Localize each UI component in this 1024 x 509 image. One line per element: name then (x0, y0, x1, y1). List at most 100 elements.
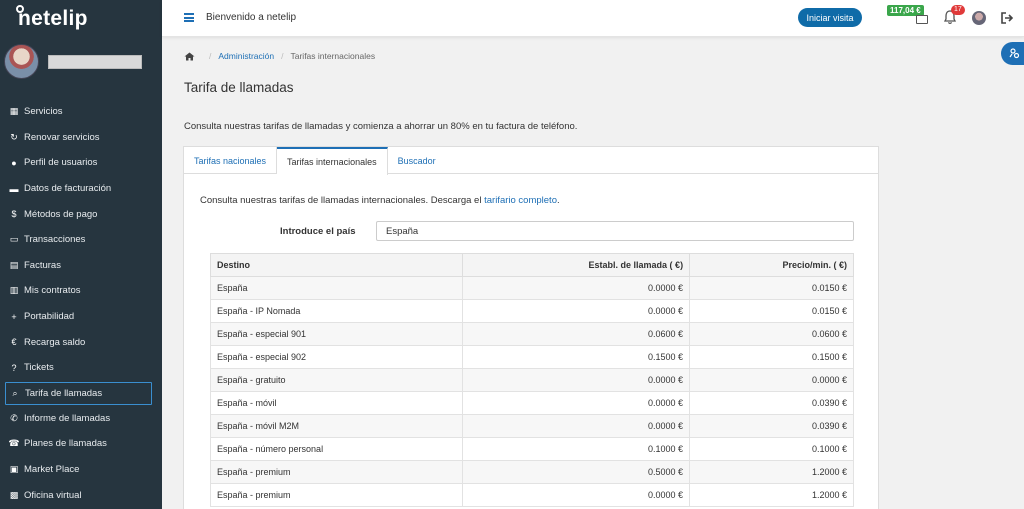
avatar (4, 44, 39, 79)
table-header-row: Destino Establ. de llamada ( €) Precio/m… (210, 253, 854, 277)
description-suffix: . (556, 195, 560, 206)
panel-description: Consulta nuestras tarifas de llamadas in… (200, 195, 560, 206)
euro-icon: € (11, 337, 17, 348)
phone-icon: ✆ (10, 412, 18, 423)
price-per-minute-cell: 0.0390 € (689, 414, 854, 438)
table-row: España - IP Nomada 0.0000 €0.0150 € (210, 299, 854, 323)
setup-fee-cell: 0.0000 € (461, 276, 691, 300)
setup-fee-cell: 0.1000 € (461, 437, 691, 461)
price-per-minute-cell: 1.2000 € (689, 483, 854, 507)
sidebar-nav: ▦ Servicios ↻ Renovar servicios ● Perfil de u… (0, 99, 162, 508)
phone-plan-icon: ☎ (8, 438, 20, 449)
sidebar-item-transacciones[interactable]: ▭ Transacciones (0, 227, 162, 253)
price-per-minute-cell: 0.0000 € (689, 368, 854, 392)
start-visit-button[interactable]: Iniciar visita (798, 8, 862, 27)
destination-cell: España - móvil (210, 391, 463, 415)
welcome-text: Bienvenido a netelip (206, 12, 297, 23)
people-icon (1009, 48, 1020, 59)
sidebar-item-label: Mis contratos (24, 285, 81, 297)
setup-fee-cell: 0.1500 € (461, 345, 691, 369)
wallet-icon[interactable] (916, 15, 928, 24)
sidebar-item-recarga-saldo[interactable]: € Recarga saldo (0, 329, 162, 355)
table-row: España 0.0000 €0.0150 € (210, 276, 854, 300)
column-header-price-per-minute[interactable]: Precio/min. ( €) (689, 253, 854, 277)
office-icon: ▩ (9, 489, 19, 500)
rates-table: Destino Establ. de llamada ( €) Precio/m… (210, 253, 854, 507)
sidebar-item-label: Facturas (24, 259, 61, 271)
setup-fee-cell: 0.0000 € (461, 391, 691, 415)
column-header-destination[interactable]: Destino (210, 253, 463, 277)
sidebar-item-métodos-de-pago[interactable]: $ Métodos de pago (0, 201, 162, 227)
country-input[interactable] (376, 221, 854, 241)
home-icon[interactable] (184, 52, 195, 61)
user-avatar[interactable] (972, 11, 986, 25)
tab-national-rates[interactable]: Tarifas nacionales (184, 147, 278, 174)
table-row: España - gratuito 0.0000 €0.0000 € (210, 368, 854, 392)
rates-panel: Tarifas nacionales Tarifas internacionale… (183, 146, 879, 509)
sidebar-item-informe-de-llamadas[interactable]: ✆ Informe de llamadas (0, 406, 162, 432)
sidebar-item-label: Informe de llamadas (24, 412, 111, 424)
sidebar-item-renovar-servicios[interactable]: ↻ Renovar servicios (0, 125, 162, 151)
user-icon: ● (11, 157, 17, 168)
breadcrumb-current: Tarifas internacionales (290, 51, 376, 61)
page-intro: Consulta nuestras tarifas de llamadas y … (184, 121, 578, 132)
sidebar-item-oficina-virtual[interactable]: ▩ Oficina virtual (0, 482, 162, 508)
setup-fee-cell: 0.0000 € (461, 368, 691, 392)
sidebar-item-planes-de-llamadas[interactable]: ☎ Planes de llamadas (0, 431, 162, 457)
price-per-minute-cell: 0.1500 € (689, 345, 854, 369)
price-per-minute-cell: 0.0150 € (689, 299, 854, 323)
sidebar-item-servicios[interactable]: ▦ Servicios (0, 99, 162, 125)
netelip-logo[interactable]: netelip (16, 5, 88, 32)
table-row: España - número personal 0.1000 €0.1000 € (210, 437, 854, 461)
breadcrumb-separator: / (209, 51, 212, 61)
support-widget[interactable] (1001, 42, 1024, 65)
destination-cell: España - especial 901 (210, 322, 463, 346)
sidebar-item-market-place[interactable]: ▣ Market Place (0, 457, 162, 483)
price-per-minute-cell: 1.2000 € (689, 460, 854, 484)
location-pin-icon (16, 5, 24, 13)
sidebar-item-portabilidad[interactable]: + Portabilidad (0, 304, 162, 330)
help-icon: ? (11, 362, 17, 373)
user-profile[interactable] (4, 44, 142, 79)
breadcrumb-separator: / (281, 51, 284, 61)
store-icon: ▣ (9, 464, 19, 475)
breadcrumb: / Administración / Tarifas internacional… (184, 51, 375, 61)
invoice-icon: ▤ (9, 259, 19, 270)
sidebar-item-tickets[interactable]: ? Tickets (0, 355, 162, 381)
logout-icon[interactable] (1000, 11, 1014, 25)
sidebar-item-perfil-de-usuarios[interactable]: ● Perfil de usuarios (0, 150, 162, 176)
page-title: Tarifa de llamadas (184, 80, 294, 95)
menu-toggle-icon[interactable] (184, 13, 194, 22)
sidebar-item-mis-contratos[interactable]: ▥ Mis contratos (0, 278, 162, 304)
sidebar-item-label: Transacciones (24, 234, 86, 246)
price-per-minute-cell: 0.1000 € (689, 437, 854, 461)
sidebar-item-label: Datos de facturación (24, 183, 112, 195)
notification-count: 17 (951, 5, 965, 15)
sidebar-item-label: Métodos de pago (24, 208, 98, 220)
sidebar-item-tarifa-de-llamadas[interactable]: ⌕ Tarifa de llamadas (5, 381, 152, 405)
dollar-icon: $ (11, 209, 17, 220)
sidebar-item-label: Portabilidad (24, 311, 75, 323)
sidebar-item-facturas[interactable]: ▤ Facturas (0, 253, 162, 279)
destination-cell: España - gratuito (210, 368, 463, 392)
setup-fee-cell: 0.5000 € (461, 460, 691, 484)
tab-international-rates[interactable]: Tarifas internacionales (277, 147, 388, 175)
setup-fee-cell: 0.0000 € (461, 299, 691, 323)
destination-cell: España (210, 276, 463, 300)
sidebar-item-datos-de-facturación[interactable]: ▬ Datos de facturación (0, 176, 162, 202)
sidebar-item-label: Perfil de usuarios (24, 157, 98, 169)
grid-icon: ▦ (9, 106, 19, 117)
destination-cell: España - móvil M2M (210, 414, 463, 438)
price-per-minute-cell: 0.0150 € (689, 276, 854, 300)
tab-search[interactable]: Buscador (388, 147, 446, 174)
sidebar-item-label: Planes de llamadas (24, 438, 107, 450)
column-header-setup-fee[interactable]: Establ. de llamada ( €) (461, 253, 691, 277)
breadcrumb-admin-link[interactable]: Administración (218, 51, 274, 61)
table-row: España - premium 0.5000 €1.2000 € (210, 460, 854, 484)
sidebar-item-label: Tickets (24, 362, 54, 374)
briefcase-icon: ▬ (9, 183, 19, 194)
download-rates-link[interactable]: tarifario completo (484, 195, 557, 206)
sidebar-item-label: Oficina virtual (24, 489, 82, 501)
sidebar-item-label: Renovar servicios (24, 131, 100, 143)
country-label: Introduce el país (280, 226, 356, 237)
